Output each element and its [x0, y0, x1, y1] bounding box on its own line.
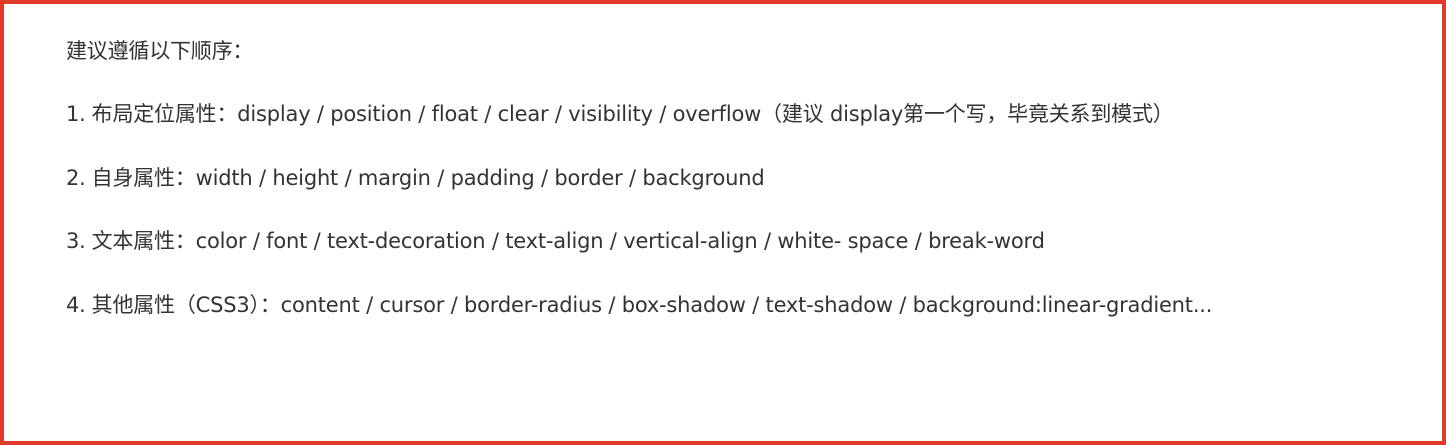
- list-item: 1. 布局定位属性：display / position / float / cl…: [66, 100, 1174, 128]
- list-item-label: 文本属性：: [91, 229, 196, 253]
- list-item-text: width / height / margin / padding / bord…: [195, 166, 765, 190]
- list-item: 3. 文本属性：color / font / text-decoration / …: [66, 227, 1045, 255]
- list-item-label: 其他属性（CSS3）：: [91, 293, 281, 317]
- list-item-label: 自身属性：: [91, 166, 196, 190]
- list-item-number: 4.: [66, 293, 86, 317]
- list-item-text: display / position / float / clear / vis…: [237, 102, 1174, 126]
- intro-text: 建议遵循以下顺序：: [66, 39, 254, 63]
- list-item: 4. 其他属性（CSS3）：content / cursor / border-r…: [66, 291, 1212, 319]
- list-item-number: 1.: [66, 102, 86, 126]
- list-item-text: color / font / text-decoration / text-al…: [195, 229, 1045, 253]
- list-item-number: 3.: [66, 229, 86, 253]
- list-item: 2. 自身属性：width / height / margin / padding…: [66, 164, 765, 192]
- document-frame: 建议遵循以下顺序： 1. 布局定位属性：display / position / …: [0, 0, 1446, 445]
- list-item-text: content / cursor / border-radius / box-s…: [280, 293, 1213, 317]
- list-item-label: 布局定位属性：: [91, 102, 238, 126]
- list-item-number: 2.: [66, 166, 86, 190]
